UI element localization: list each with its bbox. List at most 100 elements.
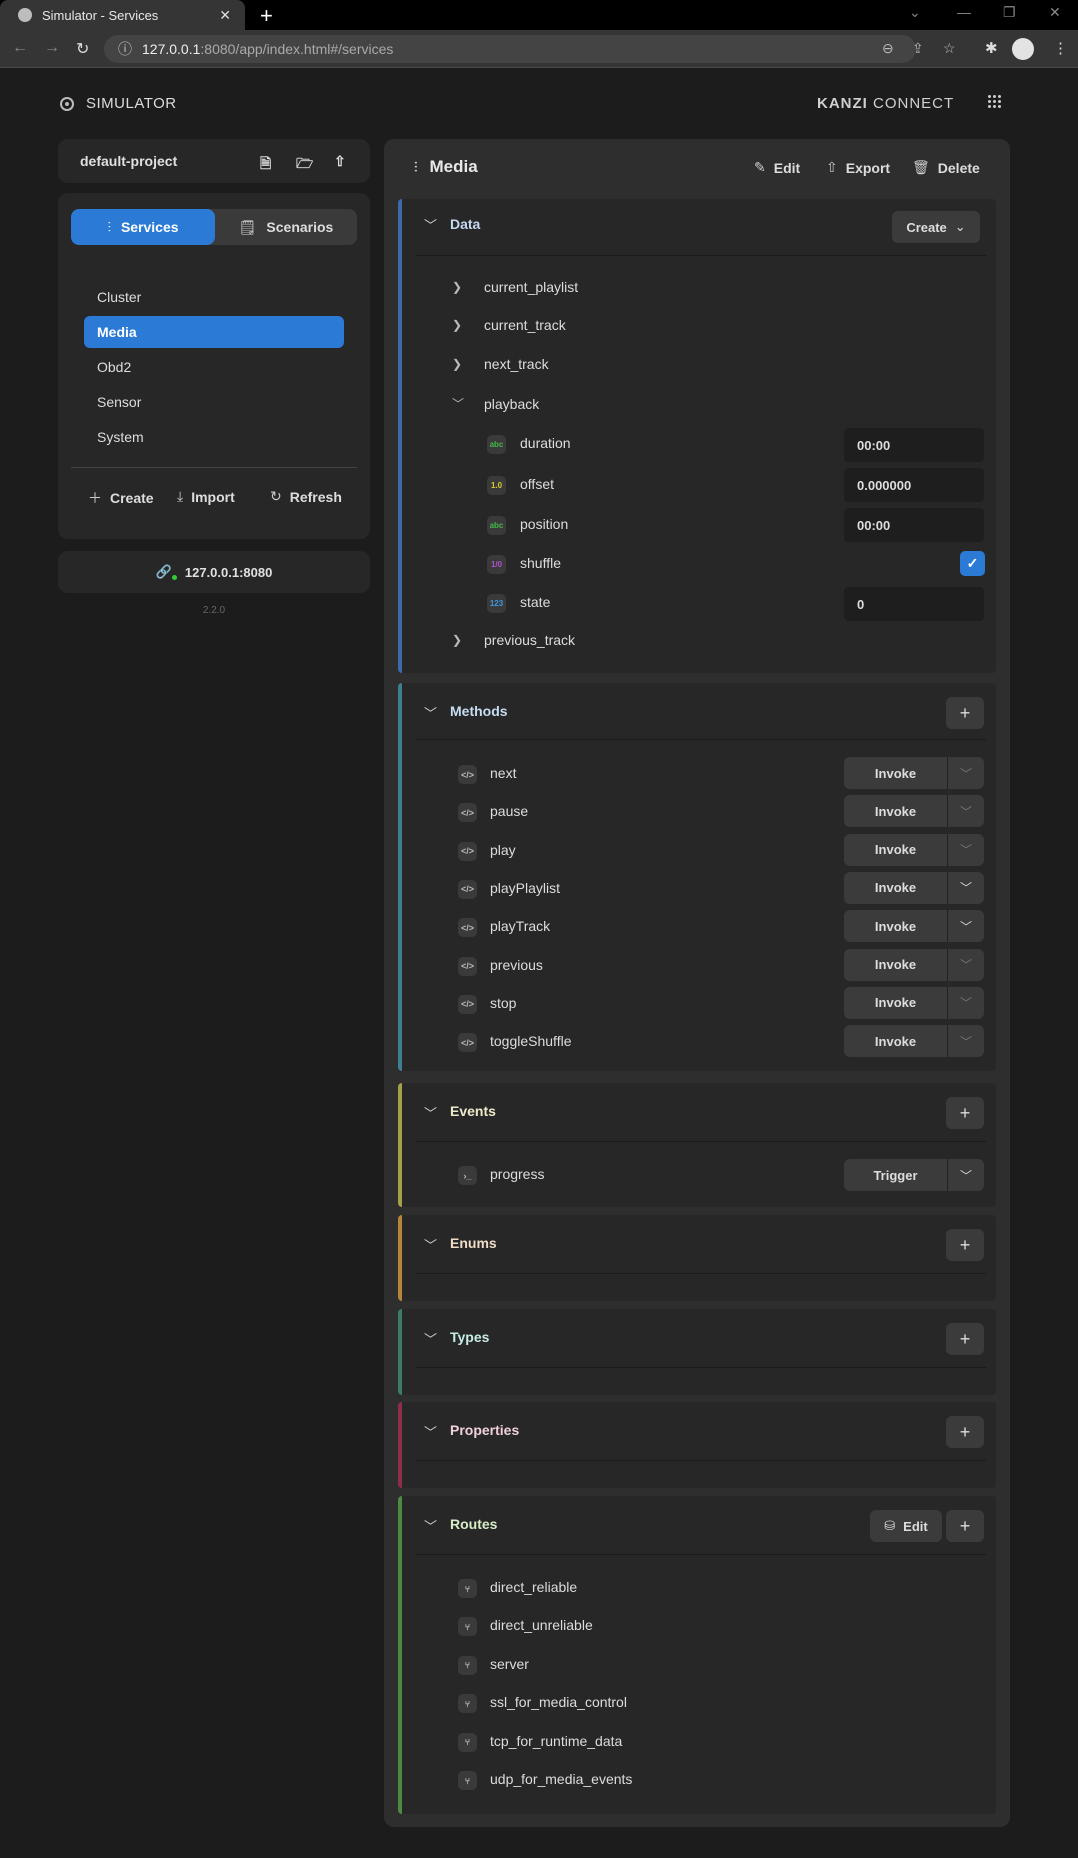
chevron-down-icon[interactable]: ﹀ [948, 910, 984, 942]
properties-section-title: Properties [450, 1422, 520, 1438]
route-item[interactable]: tcp_for_runtime_data [490, 1733, 622, 1749]
chevron-down-icon[interactable]: ﹀ [948, 834, 984, 866]
collapse-types-chevron-icon[interactable]: ﹀ [424, 1329, 437, 1348]
chevron-down-icon[interactable]: ﹀ [948, 795, 984, 827]
new-file-icon[interactable]: 🗎 [260, 153, 271, 177]
bookmark-star-icon[interactable]: ☆ [943, 40, 956, 57]
open-folder-icon[interactable]: 🗁 [296, 153, 313, 177]
offset-input[interactable]: 0.000000 [844, 468, 984, 502]
position-input[interactable]: 00:00 [844, 508, 984, 542]
plus-icon: + [959, 702, 971, 723]
state-input[interactable]: 0 [844, 587, 984, 621]
tab-scenarios[interactable]: 🗒 Scenarios [215, 209, 357, 245]
route-item[interactable]: udp_for_media_events [490, 1771, 632, 1787]
collapse-events-chevron-icon[interactable]: ﹀ [424, 1103, 437, 1122]
route-item[interactable]: direct_unreliable [490, 1617, 593, 1633]
invoke-stop-button[interactable]: Invoke ﹀ [844, 986, 984, 1019]
edit-service-button[interactable]: ✎ Edit [754, 159, 800, 176]
invoke-next-button[interactable]: Invoke ﹀ [844, 757, 984, 789]
add-type-button[interactable]: + [946, 1323, 984, 1355]
collapse-enums-chevron-icon[interactable]: ﹀ [424, 1235, 437, 1254]
collapse-routes-chevron-icon[interactable]: ﹀ [424, 1516, 437, 1535]
minimize-icon[interactable]: — [957, 4, 971, 20]
data-item-next_track[interactable]: ❯ next_track [452, 356, 549, 372]
sidebar-item-system[interactable]: System [84, 421, 344, 453]
restore-icon[interactable]: ❐ [1003, 4, 1016, 21]
forward-icon[interactable]: → [44, 39, 60, 57]
apps-grid-icon[interactable] [988, 95, 1002, 109]
zoom-icon[interactable]: ⊖ [882, 40, 894, 57]
back-icon[interactable]: ← [12, 39, 28, 57]
invoke-label[interactable]: Invoke [844, 986, 948, 1019]
invoke-pause-button[interactable]: Invoke ﹀ [844, 795, 984, 828]
close-window-icon[interactable]: ✕ [1049, 4, 1061, 21]
sidebar-item-cluster[interactable]: Cluster [84, 281, 344, 313]
sidebar-item-obd2[interactable]: Obd2 [84, 351, 344, 383]
route-item[interactable]: direct_reliable [490, 1579, 577, 1595]
data-item-current_track[interactable]: ❯ current_track [452, 317, 566, 333]
invoke-label[interactable]: Invoke [844, 1025, 948, 1058]
chevron-down-icon[interactable]: ﹀ [948, 872, 984, 904]
sidebar-item-sensor[interactable]: Sensor [84, 386, 344, 418]
invoke-label[interactable]: Invoke [844, 795, 948, 828]
edit-routes-button[interactable]: ⛁ Edit [870, 1510, 942, 1542]
add-route-button[interactable]: + [946, 1510, 984, 1542]
shuffle-checkbox[interactable]: ✓ [960, 551, 985, 576]
add-enum-button[interactable]: + [946, 1229, 984, 1261]
address-bar[interactable]: ⓘ 127.0.0.1:8080/app/index.html#/service… [104, 35, 956, 63]
close-tab-icon[interactable]: ✕ [219, 7, 231, 24]
profile-avatar[interactable] [1012, 38, 1034, 60]
chevron-down-icon[interactable]: ﹀ [948, 949, 984, 981]
trigger-label[interactable]: Trigger [844, 1159, 948, 1191]
create-data-button[interactable]: Create ⌄ [892, 211, 980, 243]
create-service-button[interactable]: ＋ Create [88, 488, 154, 508]
collapse-data-chevron-icon[interactable]: ﹀ [424, 215, 437, 234]
sidebar-item-media[interactable]: Media [84, 316, 344, 348]
reload-icon[interactable]: ↻ [76, 39, 89, 59]
invoke-label[interactable]: Invoke [844, 948, 948, 981]
invoke-play-button[interactable]: Invoke ﹀ [844, 833, 984, 866]
browser-tab[interactable]: Simulator - Services ✕ [0, 0, 245, 30]
chevron-down-icon[interactable]: ﹀ [948, 757, 984, 789]
collapse-methods-chevron-icon[interactable]: ﹀ [424, 703, 437, 722]
invoke-playPlaylist-button[interactable]: Invoke ﹀ [844, 871, 984, 904]
add-method-button[interactable]: + [946, 697, 984, 729]
add-event-button[interactable]: + [946, 1097, 984, 1129]
delete-service-button[interactable]: 🗑 Delete [912, 159, 980, 176]
tab-search-icon[interactable]: ⌄ [909, 4, 921, 21]
invoke-playTrack-button[interactable]: Invoke ﹀ [844, 910, 984, 943]
new-tab-icon[interactable]: + [260, 3, 273, 29]
upload-icon[interactable]: ⇧ [334, 153, 346, 170]
data-item-current_playlist[interactable]: ❯ current_playlist [452, 279, 578, 295]
invoke-label[interactable]: Invoke [844, 871, 948, 904]
invoke-previous-button[interactable]: Invoke ﹀ [844, 948, 984, 981]
route-item[interactable]: ssl_for_media_control [490, 1694, 627, 1710]
invoke-label[interactable]: Invoke [844, 910, 948, 943]
add-property-button[interactable]: + [946, 1416, 984, 1448]
menu-icon[interactable]: ⋮ [1053, 39, 1068, 57]
data-item-playback[interactable]: ﹀ playback [452, 395, 539, 412]
data-item-previous_track[interactable]: ❯ previous_track [452, 632, 575, 648]
info-icon[interactable]: ⓘ [118, 39, 132, 59]
invoke-label[interactable]: Invoke [844, 833, 948, 866]
chevron-down-icon[interactable]: ﹀ [948, 1159, 984, 1191]
duration-input[interactable]: 00:00 [844, 428, 984, 462]
create-label: Create [110, 490, 154, 506]
chevron-down-icon[interactable]: ﹀ [948, 1025, 984, 1057]
import-button[interactable]: ⤓ Import [177, 488, 235, 505]
route-item[interactable]: server [490, 1656, 529, 1672]
app-brand-label: SIMULATOR [86, 95, 177, 112]
connection-status[interactable]: 🔗 127.0.0.1:8080 [58, 551, 370, 593]
export-service-button[interactable]: ⇧ Export [826, 159, 890, 176]
share-icon[interactable]: ⇪ [912, 40, 924, 57]
collapse-properties-chevron-icon[interactable]: ﹀ [424, 1422, 437, 1441]
trigger-progress-button[interactable]: Trigger ﹀ [844, 1159, 984, 1191]
invoke-toggleShuffle-button[interactable]: Invoke ﹀ [844, 1025, 984, 1058]
tab-services[interactable]: ⫶ Services [71, 209, 215, 245]
chevron-down-icon[interactable]: ﹀ [948, 987, 984, 1019]
invoke-label[interactable]: Invoke [844, 757, 948, 789]
refresh-button[interactable]: ↻ Refresh [270, 488, 342, 505]
section-divider [416, 1141, 986, 1142]
event-name-progress: progress [490, 1166, 545, 1182]
extensions-icon[interactable]: ✱ [985, 39, 998, 57]
